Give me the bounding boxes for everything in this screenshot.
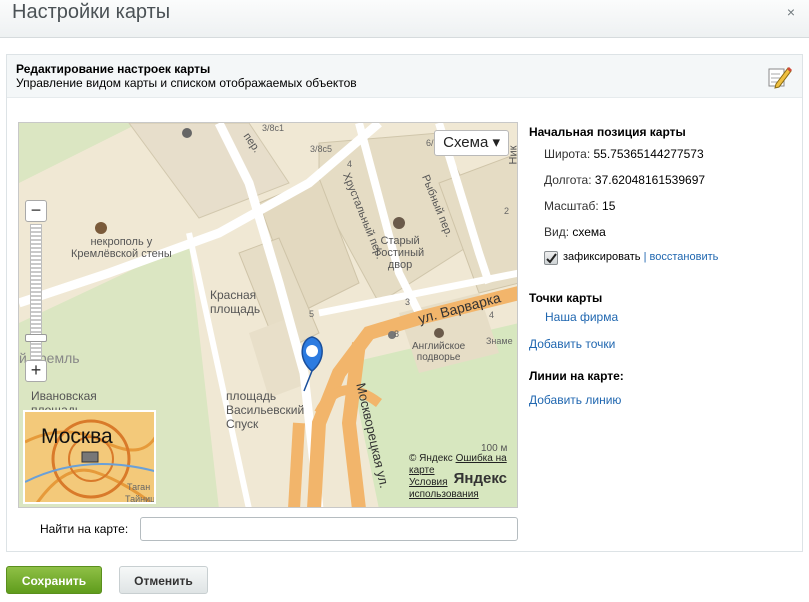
- panel-heading: Редактирование настроек карты: [16, 62, 211, 76]
- map-points-title: Точки карты: [529, 291, 603, 305]
- map-house-4b: 4: [489, 310, 495, 320]
- separator: |: [643, 251, 647, 263]
- start-position-title: Начальная позиция карты: [529, 125, 686, 139]
- map-house-3: 3: [405, 297, 411, 307]
- add-line-link[interactable]: Добавить линию: [529, 393, 621, 407]
- close-icon[interactable]: ×: [787, 4, 795, 20]
- map-house-2: 2: [504, 206, 510, 216]
- fix-position-label: зафиксировать: [563, 251, 641, 263]
- map-house-3-8c5: 3/8с5: [310, 144, 333, 154]
- latitude-row: Широта: 55.75365144277573: [544, 147, 704, 161]
- map-house-5: 5: [309, 309, 315, 319]
- map-search-input[interactable]: [140, 517, 518, 541]
- map-type-button[interactable]: Схема ▾: [434, 130, 509, 156]
- view-label: Вид:: [544, 225, 570, 239]
- yandex-logo: Яндекс: [453, 470, 507, 487]
- minimap-city-label: Москва: [41, 425, 113, 448]
- window-titlebar: Настройки карты ×: [0, 0, 809, 38]
- fix-position-checkbox[interactable]: [544, 251, 558, 265]
- map-label-vasilevsky: площадь Васильевский Спуск: [226, 389, 305, 431]
- add-points-link[interactable]: Добавить точки: [529, 337, 615, 351]
- restore-link[interactable]: восстановить: [650, 251, 719, 263]
- minimap[interactable]: Москва Таган Тайницкий: [23, 410, 156, 504]
- map-settings-panel: Редактирование настроек карты Управление…: [6, 54, 803, 552]
- map-canvas[interactable]: некрополь у Кремлёвской стены Красная пл…: [18, 122, 518, 508]
- map-house-4: 4: [347, 159, 353, 169]
- scale-value: 15: [602, 199, 616, 213]
- longitude-label: Долгота:: [544, 173, 592, 187]
- point-item-our-company[interactable]: Наша фирма: [545, 310, 618, 324]
- latitude-value: 55.75365144277573: [593, 147, 704, 161]
- zoom-control: − +: [25, 200, 49, 384]
- zoom-slider-thumb[interactable]: [25, 334, 47, 342]
- panel-subheading: Управление видом карты и списком отображ…: [16, 76, 357, 90]
- cancel-button[interactable]: Отменить: [119, 566, 208, 594]
- map-house-3-8c1: 3/8с1: [262, 123, 285, 133]
- copyright-prefix: © Яндекс: [409, 453, 453, 464]
- view-row: Вид: схема: [544, 225, 606, 239]
- map-house-8: 8: [394, 329, 400, 339]
- map-label-znamen: Знаме: [486, 336, 513, 346]
- zoom-out-button[interactable]: −: [25, 200, 47, 222]
- minimap-label-tainicky: Тайницкий: [125, 494, 156, 504]
- zoom-in-button[interactable]: +: [25, 360, 47, 382]
- scale-label: Масштаб:: [544, 199, 599, 213]
- view-value: схема: [572, 225, 606, 239]
- map-label-english: Английское подворье: [412, 341, 466, 363]
- minimap-label-tagan: Таган: [127, 482, 151, 492]
- panel-header: Редактирование настроек карты Управление…: [7, 55, 802, 98]
- edit-pencil-icon: [768, 67, 792, 89]
- map-label-red-square: Красная площадь: [210, 288, 261, 316]
- scale-row: Масштаб: 15: [544, 199, 615, 213]
- save-button[interactable]: Сохранить: [6, 566, 102, 594]
- map-lines-title: Линии на карте:: [529, 369, 624, 383]
- map-label-nikolskaya: Ник: [507, 145, 518, 165]
- search-label: Найти на карте:: [40, 522, 129, 536]
- latitude-label: Широта:: [544, 147, 591, 161]
- fix-position-row: зафиксировать | восстановить: [563, 251, 718, 263]
- window-title: Настройки карты: [12, 1, 171, 23]
- longitude-row: Долгота: 37.62048161539697: [544, 173, 705, 187]
- longitude-value: 37.62048161539697: [594, 173, 706, 187]
- map-label-necropolis: некрополь у Кремлёвской стены: [71, 236, 172, 260]
